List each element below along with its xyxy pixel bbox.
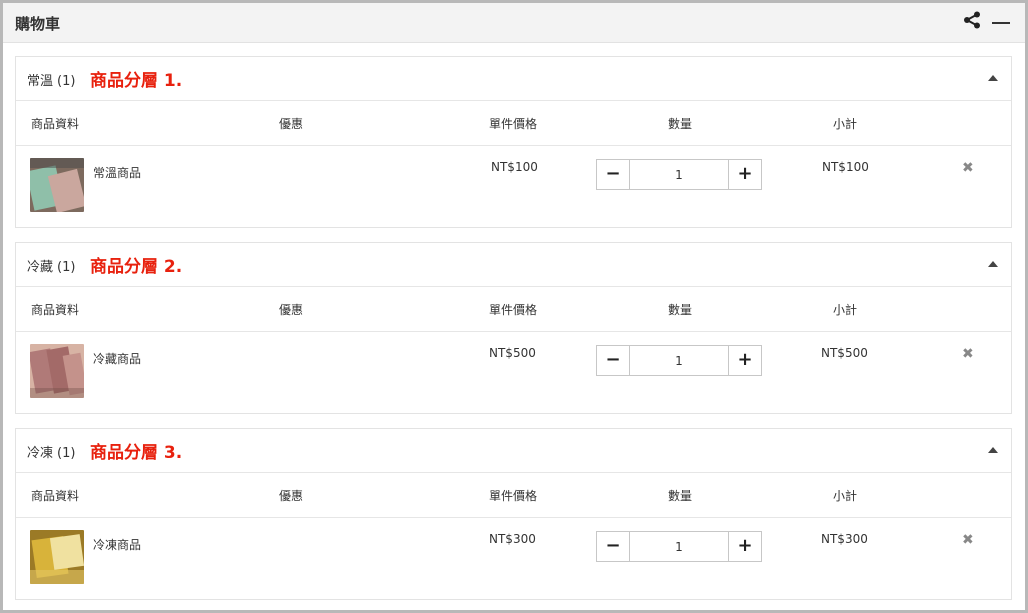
remove-item-icon[interactable]: ✖ bbox=[962, 160, 974, 176]
increase-quantity-button[interactable]: + bbox=[728, 532, 761, 561]
col-subtotal: 小計 bbox=[833, 303, 858, 317]
unit-price: NT$500 bbox=[489, 346, 536, 360]
col-unit-price: 單件價格 bbox=[489, 489, 538, 503]
product-thumbnail[interactable] bbox=[30, 530, 84, 584]
cart-group-frozen: 冷凍 (1) 商品分層 3. 商品資料 優惠 單件價格 數量 小計 冷凍商品 NT… bbox=[15, 428, 1012, 600]
group-name: 冷凍 bbox=[27, 446, 54, 461]
column-header-row: 商品資料 優惠 單件價格 數量 小計 bbox=[16, 473, 1011, 518]
cart-item-row: 常溫商品 NT$100 − + NT$100 ✖ bbox=[16, 146, 1011, 228]
product-name[interactable]: 冷藏商品 bbox=[93, 350, 141, 367]
subtotal: NT$500 bbox=[821, 346, 868, 360]
group-count: (1) bbox=[57, 260, 76, 275]
tier-label: 商品分層 2. bbox=[90, 257, 183, 277]
col-subtotal: 小計 bbox=[833, 489, 858, 503]
decrease-quantity-button[interactable]: − bbox=[597, 532, 630, 561]
product-thumbnail[interactable] bbox=[30, 158, 84, 212]
decrease-quantity-button[interactable]: − bbox=[597, 346, 630, 375]
group-header[interactable]: 常溫 (1) 商品分層 1. bbox=[16, 57, 1011, 101]
cart-group-refrigerated: 冷藏 (1) 商品分層 2. 商品資料 優惠 單件價格 數量 小計 冷藏商品 NT… bbox=[15, 242, 1012, 414]
cart-header: 購物車 bbox=[3, 3, 1025, 43]
col-discount: 優惠 bbox=[279, 117, 304, 131]
unit-price: NT$100 bbox=[491, 160, 538, 174]
subtotal: NT$100 bbox=[822, 160, 869, 174]
product-name[interactable]: 冷凍商品 bbox=[93, 536, 141, 553]
col-discount: 優惠 bbox=[279, 489, 304, 503]
col-unit-price: 單件價格 bbox=[489, 117, 538, 131]
cart-window: 購物車 常溫 (1) 商品分層 1. 商品資料 優惠 單件價格 數量 小計 常溫… bbox=[0, 0, 1028, 613]
product-thumbnail[interactable] bbox=[30, 344, 84, 398]
minimize-icon[interactable] bbox=[992, 22, 1010, 24]
subtotal: NT$300 bbox=[821, 532, 868, 546]
column-header-row: 商品資料 優惠 單件價格 數量 小計 bbox=[16, 101, 1011, 146]
group-count: (1) bbox=[57, 74, 76, 89]
quantity-stepper: − + bbox=[596, 159, 762, 190]
increase-quantity-button[interactable]: + bbox=[728, 160, 761, 189]
cart-item-row: 冷藏商品 NT$500 − + NT$500 ✖ bbox=[16, 332, 1011, 414]
tier-label: 商品分層 3. bbox=[90, 443, 183, 463]
group-name: 冷藏 bbox=[27, 260, 54, 275]
share-icon[interactable] bbox=[963, 11, 981, 29]
collapse-caret-icon[interactable] bbox=[988, 75, 998, 81]
unit-price: NT$300 bbox=[489, 532, 536, 546]
tier-label: 商品分層 1. bbox=[90, 71, 183, 91]
quantity-input[interactable] bbox=[630, 532, 728, 561]
group-header[interactable]: 冷藏 (1) 商品分層 2. bbox=[16, 243, 1011, 287]
remove-item-icon[interactable]: ✖ bbox=[962, 346, 974, 362]
collapse-caret-icon[interactable] bbox=[988, 447, 998, 453]
group-count: (1) bbox=[57, 446, 76, 461]
cart-group-room-temperature: 常溫 (1) 商品分層 1. 商品資料 優惠 單件價格 數量 小計 常溫商品 NT… bbox=[15, 56, 1012, 228]
quantity-input[interactable] bbox=[630, 160, 728, 189]
quantity-stepper: − + bbox=[596, 345, 762, 376]
group-name: 常溫 bbox=[27, 74, 54, 89]
quantity-stepper: − + bbox=[596, 531, 762, 562]
collapse-caret-icon[interactable] bbox=[988, 261, 998, 267]
quantity-input[interactable] bbox=[630, 346, 728, 375]
col-discount: 優惠 bbox=[279, 303, 304, 317]
increase-quantity-button[interactable]: + bbox=[728, 346, 761, 375]
decrease-quantity-button[interactable]: − bbox=[597, 160, 630, 189]
col-subtotal: 小計 bbox=[833, 117, 858, 131]
group-header[interactable]: 冷凍 (1) 商品分層 3. bbox=[16, 429, 1011, 473]
remove-item-icon[interactable]: ✖ bbox=[962, 532, 974, 548]
product-name[interactable]: 常溫商品 bbox=[93, 164, 141, 181]
col-quantity: 數量 bbox=[668, 303, 693, 317]
column-header-row: 商品資料 優惠 單件價格 數量 小計 bbox=[16, 287, 1011, 332]
cart-item-row: 冷凍商品 NT$300 − + NT$300 ✖ bbox=[16, 518, 1011, 600]
col-unit-price: 單件價格 bbox=[489, 303, 538, 317]
col-product-info: 商品資料 bbox=[31, 303, 80, 317]
col-quantity: 數量 bbox=[668, 117, 693, 131]
col-quantity: 數量 bbox=[668, 489, 693, 503]
page-title: 購物車 bbox=[15, 15, 61, 33]
col-product-info: 商品資料 bbox=[31, 117, 80, 131]
col-product-info: 商品資料 bbox=[31, 489, 80, 503]
